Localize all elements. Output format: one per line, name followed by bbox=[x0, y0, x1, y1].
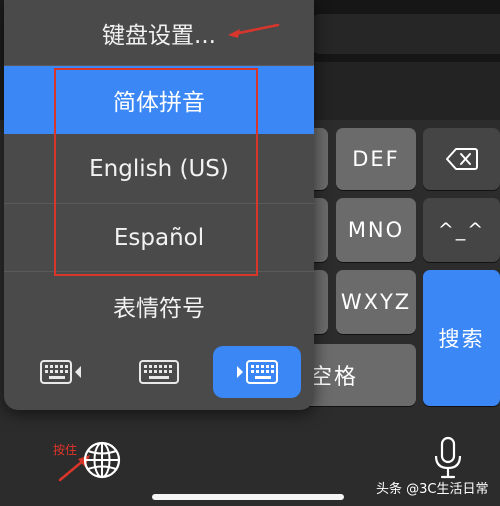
key-mno[interactable]: MNO bbox=[336, 198, 416, 262]
keyboard-right-icon bbox=[237, 360, 278, 384]
keyboard-left-icon bbox=[40, 360, 81, 384]
keyboard-mode-row bbox=[4, 340, 314, 410]
keyboard-full-button[interactable] bbox=[115, 346, 203, 398]
key-mno-label: MNO bbox=[347, 218, 405, 242]
highlight-box bbox=[54, 68, 258, 276]
search-key[interactable]: 搜索 bbox=[423, 270, 500, 406]
search-key-label: 搜索 bbox=[438, 327, 485, 351]
space-key-label: 空格 bbox=[310, 365, 359, 390]
home-indicator[interactable] bbox=[152, 494, 344, 500]
annotation-arrow-top bbox=[228, 23, 280, 38]
keyboard-left-button[interactable] bbox=[17, 346, 105, 398]
delete-button[interactable] bbox=[423, 128, 500, 190]
key-def-label: DEF bbox=[352, 147, 400, 171]
microphone-icon[interactable] bbox=[432, 436, 464, 480]
key-emoticon-label: ^_^ bbox=[437, 219, 486, 241]
keyboard-right-button[interactable] bbox=[213, 346, 301, 398]
key-emoticon[interactable]: ^_^ bbox=[423, 198, 500, 262]
keyboard-settings-label: 键盘设置... bbox=[102, 22, 216, 49]
key-def[interactable]: DEF bbox=[336, 128, 416, 190]
watermark: 头条 @3C生活日常 bbox=[376, 482, 489, 497]
space-key[interactable]: 空格 bbox=[296, 344, 416, 406]
key-wxyz-label: WXYZ bbox=[340, 290, 412, 314]
text-input-field[interactable] bbox=[310, 14, 500, 54]
globe-icon[interactable] bbox=[82, 440, 122, 480]
emoji-item[interactable]: 表情符号 bbox=[4, 272, 314, 340]
screen: DEF MNO ^_^ WXYZ 空格 搜索 键盘设置... 简体拼音 Engl… bbox=[0, 0, 500, 506]
emoji-label: 表情符号 bbox=[113, 296, 205, 322]
key-wxyz[interactable]: WXYZ bbox=[336, 270, 416, 334]
delete-icon bbox=[445, 148, 478, 170]
keyboard-full-icon bbox=[139, 360, 179, 384]
candidate-bar bbox=[300, 62, 500, 120]
